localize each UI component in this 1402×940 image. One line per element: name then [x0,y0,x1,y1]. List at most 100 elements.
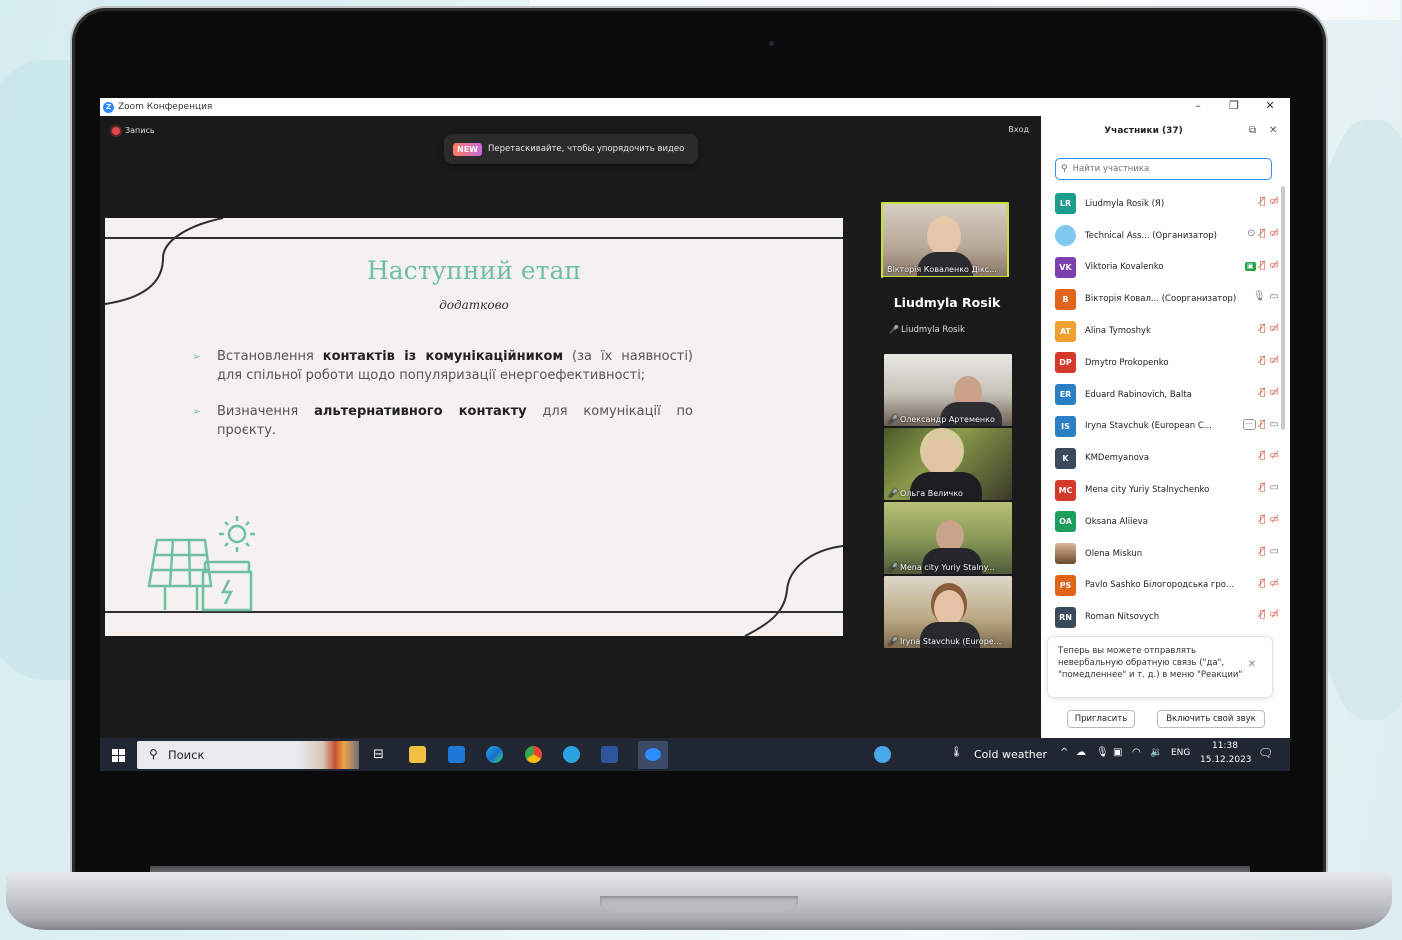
video-tile[interactable]: 🎤 Iryna Stavchuk (Europe... [884,576,1012,648]
close-button[interactable]: ✕ [1252,98,1288,116]
edge-browser-icon[interactable] [486,746,503,763]
avatar [1055,543,1076,565]
participant-name: Liudmyla Rosik (Я) [1085,198,1165,209]
video-on-icon[interactable]: ▭ [1270,546,1279,557]
participant-row[interactable]: Olena Miskun 🎙̸ ▭ [1055,538,1279,570]
clock-date[interactable]: 15.12.2023 [1200,755,1252,765]
participant-row[interactable]: В Вікторія Ковал... (Соорганизатор) 🎙 ▭ [1055,283,1279,315]
mic-muted-icon[interactable]: 🎙̸ [1260,387,1266,398]
video-off-icon[interactable]: ▭̸ [1270,514,1279,525]
video-tile[interactable]: 🎤 Олександр Артеменко [884,354,1012,426]
close-panel-icon[interactable]: ✕ [1269,125,1277,136]
video-off-icon[interactable]: ▭̸ [1270,228,1279,239]
windows-start-icon[interactable] [112,749,125,762]
video-tile-active[interactable]: Вікторія Коваленко Дікс... [881,202,1009,278]
search-input[interactable] [1070,163,1255,175]
language-indicator[interactable]: ENG [1171,748,1190,758]
mic-muted-icon[interactable]: 🎙̸ [1260,578,1266,589]
weather-text[interactable]: Cold weather [974,748,1047,761]
mic-muted-icon[interactable]: 🎙̸ [1260,260,1266,271]
unmute-button[interactable]: Включить свой звук [1157,710,1265,728]
popout-icon[interactable]: ⧉ [1249,125,1256,136]
mic-muted-icon[interactable]: 🎙̸ [1260,546,1266,557]
mic-on-icon[interactable]: 🎙 [1253,291,1266,302]
volume-icon[interactable]: 🔉 [1150,747,1162,758]
clock-time[interactable]: 11:38 [1212,741,1238,751]
slide-rule-top [105,237,843,239]
avatar: MC [1055,479,1076,501]
participant-row[interactable]: DP Dmytro Prokopenko 🎙̸ ▭̸ [1055,347,1279,379]
weather-icon[interactable]: 🌡 [950,747,963,758]
participant-row[interactable]: LR Liudmyla Rosik (Я) 🎙̸ ▭̸ [1055,188,1279,220]
solar-panel-icon [147,516,255,612]
video-off-icon[interactable]: ▭̸ [1270,355,1279,366]
taskbar-search[interactable]: ⚲ Поиск [137,741,359,769]
avatar: K [1055,447,1076,469]
avatar: IS [1055,415,1076,437]
participant-row[interactable]: VK Viktoria Kovalenko ▣ 🎙̸ ▭̸ [1055,252,1279,284]
close-icon[interactable]: ✕ [1248,659,1256,670]
telegram-icon[interactable] [563,746,580,763]
invite-button[interactable]: Пригласить [1067,710,1135,728]
participant-row[interactable]: PS Pavlo Sashko Білогородська гро... 🎙̸ ▭… [1055,570,1279,602]
video-off-icon[interactable]: ▭̸ [1270,387,1279,398]
cloud-icon[interactable]: ☁ [1076,747,1086,758]
chevron-up-icon[interactable]: ^ [1060,747,1068,758]
participant-name: Mena city Yuriy Stalnychenko [1085,485,1210,496]
participants-panel: Участники (37) ⧉ ✕ ⚲ LR Liudmyla Rosik (… [1041,116,1290,738]
restore-button[interactable]: ❐ [1216,98,1252,116]
minimize-button[interactable]: – [1180,98,1216,116]
participant-row[interactable]: ER Eduard Rabinovich, Balta 🎙̸ ▭̸ [1055,379,1279,411]
participant-search[interactable]: ⚲ [1055,158,1272,180]
video-on-icon[interactable]: ▭ [1270,482,1279,493]
mic-muted-icon[interactable]: 🎙̸ [1260,419,1266,430]
notification-icon[interactable]: 🗨 [1258,746,1273,760]
more-options-button[interactable]: ··· [1242,418,1256,430]
task-view-icon[interactable]: ⊟ [370,746,387,763]
mic-muted-icon[interactable]: 🎙̸ [1260,355,1266,366]
video-off-icon[interactable]: ▭̸ [1270,196,1279,207]
participant-row[interactable]: MC Mena city Yuriy Stalnychenko 🎙̸ ▭ [1055,474,1279,506]
mic-muted-icon[interactable]: 🎙̸ [1260,228,1266,239]
wifi-icon[interactable]: ◠ [1132,747,1141,758]
participant-row[interactable]: Technical Ass... (Организатор) ⊙ 🎙̸ ▭̸ [1055,220,1279,252]
help-icon[interactable] [874,746,891,763]
chrome-icon[interactable] [525,746,542,763]
participant-row[interactable]: IS Iryna Stavchuk (European C... ··· 🎙̸ ▭ [1055,411,1279,443]
video-off-icon[interactable]: ▭̸ [1270,260,1279,271]
video-on-icon[interactable]: ▭ [1270,291,1279,302]
mic-muted-icon[interactable]: 🎙̸ [1260,323,1266,334]
video-off-icon[interactable]: ▭̸ [1270,609,1279,620]
mail-icon[interactable] [448,746,465,763]
signin-link[interactable]: Вход [1008,125,1029,134]
mic-muted-icon[interactable]: 🎙̸ [1260,609,1266,620]
participant-scrollbar[interactable] [1281,186,1285,430]
slide-title: Наступний етап [366,256,582,285]
video-on-icon[interactable]: ▭ [1270,419,1279,430]
host-tile[interactable]: Liudmyla Rosik 🎤 Liudmyla Rosik [883,277,1011,349]
participant-row[interactable]: K KMDemyanova 🎙̸ ▭̸ [1055,442,1279,474]
mic-muted-icon[interactable]: 🎙̸ [1260,482,1266,493]
mic-muted-icon[interactable]: 🎙̸ [1260,196,1266,207]
participant-row[interactable]: AT Alina Tymoshyk 🎙̸ ▭̸ [1055,315,1279,347]
drag-tip-banner: NEW Перетаскивайте, чтобы упорядочить ви… [444,134,698,164]
participant-row[interactable]: RN Roman Nitsovych 🎙̸ ▭̸ [1055,601,1279,633]
avatar: ER [1055,384,1076,406]
tray-icon[interactable]: ▣ [1113,747,1122,758]
participant-row[interactable]: OA Oksana Aliieva 🎙̸ ▭̸ [1055,506,1279,538]
video-off-icon[interactable]: ▭̸ [1270,578,1279,589]
window-title: Zoom Конференция [118,102,213,112]
mic-muted-icon[interactable]: 🎙̸ [1260,514,1266,525]
video-tile[interactable]: 🎤 Ольга Величко [884,428,1012,500]
participant-name: Вікторія Ковал... (Соорганизатор) [1085,294,1237,305]
mic-muted-icon[interactable]: 🎙̸ [1260,450,1266,461]
participant-name: Olena Miskun [1085,548,1143,559]
word-icon[interactable] [601,746,618,763]
video-off-icon[interactable]: ▭̸ [1270,323,1279,334]
video-tile[interactable]: 🎤 Mena city Yuriy Stalny... [884,502,1012,574]
recording-indicator[interactable]: Запись [112,126,155,135]
mic-tray-icon[interactable]: 🎙 [1096,747,1109,758]
file-explorer-icon[interactable] [409,746,426,763]
video-tile-name: 🎤 Mena city Yuriy Stalny... [888,563,995,572]
video-off-icon[interactable]: ▭̸ [1270,450,1279,461]
